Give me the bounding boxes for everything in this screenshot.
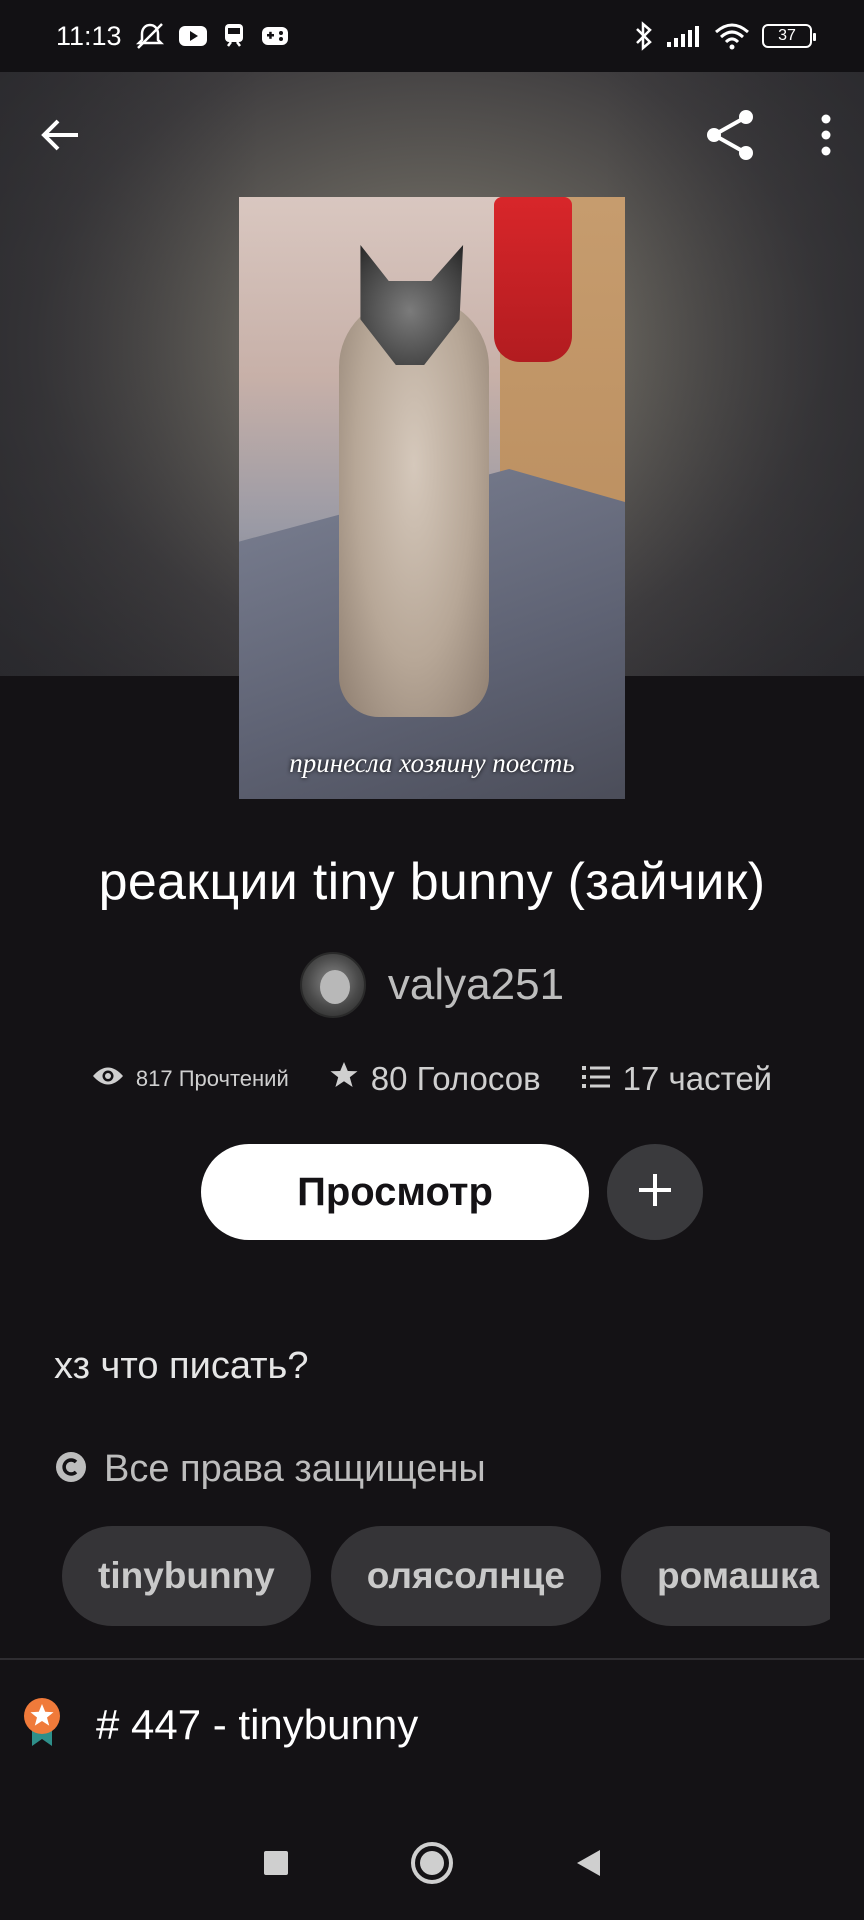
tag-list: tinybunny олясолнце ромашка xyxy=(62,1526,830,1626)
read-button[interactable]: Просмотр xyxy=(201,1144,589,1240)
cover-caption: принесла хозяину поесть xyxy=(289,748,575,778)
story-cover-image[interactable]: принесла хозяину поесть xyxy=(239,197,625,799)
author-row[interactable]: valya251 xyxy=(0,952,864,1018)
reads-count: 817 Прочтений xyxy=(135,1066,289,1091)
license-row: Все права защищены xyxy=(54,1448,486,1491)
home-circle-icon[interactable] xyxy=(410,1841,454,1890)
more-options-icon[interactable] xyxy=(820,113,832,157)
reads-stat: 817 Прочтений xyxy=(92,1065,289,1093)
train-icon xyxy=(220,22,248,50)
youtube-icon xyxy=(178,24,208,48)
back-triangle-icon[interactable] xyxy=(574,1848,602,1883)
story-description: хз что писать? xyxy=(54,1345,309,1387)
ranking-row[interactable]: # 447 - tinybunny xyxy=(22,1696,418,1753)
parts-count[interactable]: 17 частей xyxy=(623,1060,772,1098)
license-text: Все права защищены xyxy=(104,1448,486,1490)
list-icon xyxy=(581,1060,611,1098)
star-icon xyxy=(329,1060,359,1098)
status-bar: 11:13 37 xyxy=(0,0,864,72)
ranking-text[interactable]: # 447 - tinybunny xyxy=(96,1701,418,1749)
story-stats: 817 Прочтений 80 Голосов 17 частей xyxy=(0,1060,864,1098)
wifi-icon xyxy=(714,22,750,50)
notifications-muted-icon xyxy=(134,21,166,51)
gamepad-icon xyxy=(260,24,290,48)
status-left: 11:13 xyxy=(56,21,290,52)
divider xyxy=(0,1658,864,1660)
votes-count: 80 Голосов xyxy=(370,1060,541,1097)
ranking-badge-icon xyxy=(22,1696,62,1753)
tag-chip[interactable]: tinybunny xyxy=(62,1526,311,1626)
system-nav-bar xyxy=(0,1830,864,1900)
back-arrow-icon[interactable] xyxy=(38,113,82,157)
eye-icon xyxy=(92,1065,124,1093)
status-time: 11:13 xyxy=(56,20,122,51)
top-nav xyxy=(0,100,864,170)
votes-stat: 80 Голосов xyxy=(329,1060,541,1098)
parts-stat[interactable]: 17 частей xyxy=(581,1060,772,1098)
copyright-icon xyxy=(54,1450,88,1489)
plus-icon xyxy=(635,1170,675,1215)
top-nav-actions xyxy=(702,107,832,163)
signal-icon xyxy=(666,24,702,48)
tag-chip[interactable]: ромашка xyxy=(620,1526,830,1626)
bluetooth-icon xyxy=(634,21,654,51)
story-title: реакции tiny bunny (зайчик) xyxy=(98,853,766,911)
story-actions: Просмотр xyxy=(0,1144,864,1240)
tag-chip[interactable]: олясолнце xyxy=(330,1526,601,1626)
status-right: 37 xyxy=(634,21,816,51)
author-name[interactable]: valya251 xyxy=(388,960,564,1010)
cover-extinguisher-shape xyxy=(494,197,572,362)
recents-square-icon[interactable] xyxy=(262,1849,290,1882)
add-to-library-button[interactable] xyxy=(607,1144,703,1240)
author-avatar[interactable] xyxy=(299,952,366,1018)
share-icon[interactable] xyxy=(702,107,758,163)
battery-indicator: 37 xyxy=(762,24,816,48)
